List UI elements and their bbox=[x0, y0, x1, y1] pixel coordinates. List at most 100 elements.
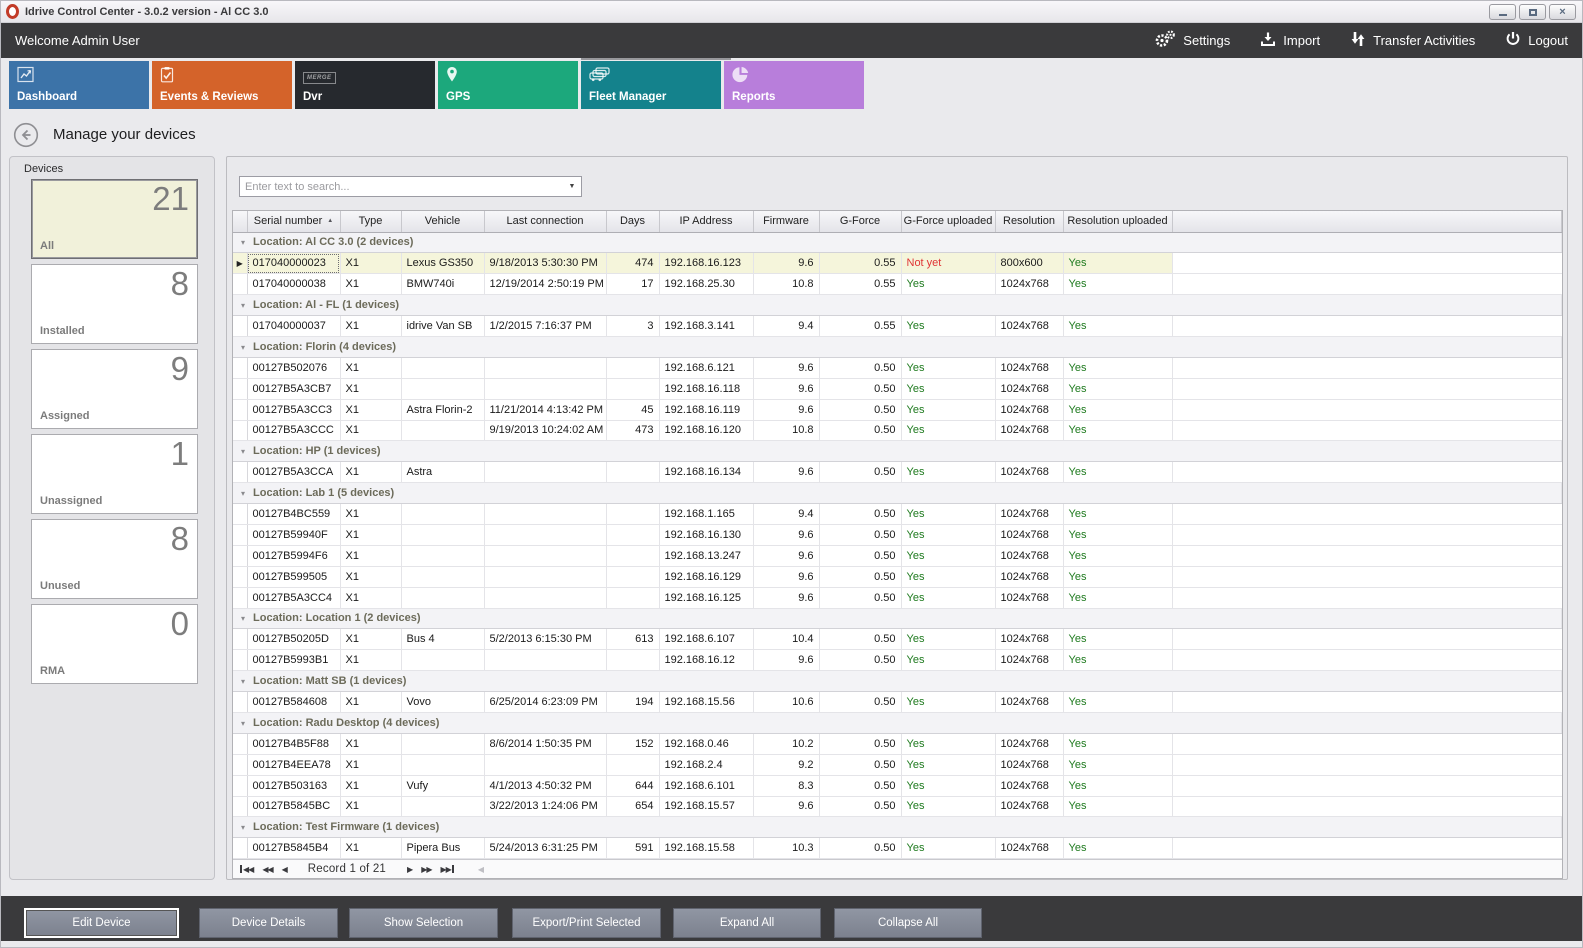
cell-serial[interactable]: 00127B5993B1 bbox=[247, 650, 340, 671]
minimize-button[interactable] bbox=[1489, 4, 1516, 20]
cell-gforce[interactable]: 0.50 bbox=[819, 587, 901, 608]
cell-resolution_uploaded[interactable]: Yes bbox=[1063, 274, 1172, 295]
cell-type[interactable]: X1 bbox=[340, 316, 401, 337]
settings-menu-item[interactable]: Settings bbox=[1154, 30, 1230, 51]
cell-days[interactable]: 45 bbox=[606, 399, 659, 420]
chevron-down-icon[interactable]: ▼ bbox=[563, 183, 581, 190]
cell-ip[interactable]: 192.168.1.165 bbox=[659, 504, 753, 525]
cell-gforce_uploaded[interactable]: Not yet bbox=[901, 253, 995, 274]
cell-firmware[interactable]: 10.8 bbox=[753, 420, 819, 441]
cell-resolution[interactable]: 1024x768 bbox=[995, 420, 1063, 441]
cell-days[interactable]: 152 bbox=[606, 733, 659, 754]
cell-type[interactable]: X1 bbox=[340, 629, 401, 650]
cell-ip[interactable]: 192.168.16.125 bbox=[659, 587, 753, 608]
cell-firmware[interactable]: 9.6 bbox=[753, 796, 819, 817]
cell-gforce[interactable]: 0.50 bbox=[819, 462, 901, 483]
cell-last_connection[interactable]: 5/24/2013 6:31:25 PM bbox=[484, 838, 606, 859]
cell-last_connection[interactable] bbox=[484, 462, 606, 483]
cell-last_connection[interactable]: 9/18/2013 5:30:30 PM bbox=[484, 253, 606, 274]
cell-resolution_uploaded[interactable]: Yes bbox=[1063, 357, 1172, 378]
cell-resolution_uploaded[interactable]: Yes bbox=[1063, 420, 1172, 441]
cell-ip[interactable]: 192.168.16.129 bbox=[659, 566, 753, 587]
cell-gforce_uploaded[interactable]: Yes bbox=[901, 775, 995, 796]
group-row[interactable]: ▾Location: Location 1 (2 devices) bbox=[233, 608, 1562, 629]
cell-resolution_uploaded[interactable]: Yes bbox=[1063, 316, 1172, 337]
cell-gforce_uploaded[interactable]: Yes bbox=[901, 420, 995, 441]
cell-ip[interactable]: 192.168.13.247 bbox=[659, 545, 753, 566]
cell-type[interactable]: X1 bbox=[340, 253, 401, 274]
table-row[interactable]: 00127B50205DX1Bus 45/2/2013 6:15:30 PM61… bbox=[233, 629, 1562, 650]
column-header-resolution_uploaded[interactable]: Resolution uploaded bbox=[1063, 211, 1172, 232]
collapse-all-button[interactable]: Collapse All bbox=[834, 908, 982, 938]
cell-type[interactable]: X1 bbox=[340, 462, 401, 483]
cell-resolution_uploaded[interactable]: Yes bbox=[1063, 587, 1172, 608]
cell-days[interactable]: 17 bbox=[606, 274, 659, 295]
cell-type[interactable]: X1 bbox=[340, 399, 401, 420]
cell-resolution[interactable]: 1024x768 bbox=[995, 274, 1063, 295]
import-menu-item[interactable]: Import bbox=[1260, 31, 1320, 50]
cell-type[interactable]: X1 bbox=[340, 692, 401, 713]
cell-gforce[interactable]: 0.50 bbox=[819, 566, 901, 587]
cell-vehicle[interactable] bbox=[401, 504, 484, 525]
group-row[interactable]: ▾Location: HP (1 devices) bbox=[233, 441, 1562, 462]
cell-firmware[interactable]: 9.6 bbox=[753, 399, 819, 420]
cell-firmware[interactable]: 10.4 bbox=[753, 629, 819, 650]
collapse-group-icon[interactable]: ▾ bbox=[241, 719, 245, 728]
cell-resolution[interactable]: 1024x768 bbox=[995, 587, 1063, 608]
cell-vehicle[interactable]: Pipera Bus bbox=[401, 838, 484, 859]
column-header-gforce_uploaded[interactable]: G-Force uploaded bbox=[901, 211, 995, 232]
cell-gforce_uploaded[interactable]: Yes bbox=[901, 274, 995, 295]
cell-vehicle[interactable]: BMW740i bbox=[401, 274, 484, 295]
table-row[interactable]: 00127B5994F6X1192.168.13.2479.60.50Yes10… bbox=[233, 545, 1562, 566]
cell-last_connection[interactable] bbox=[484, 357, 606, 378]
cell-days[interactable] bbox=[606, 462, 659, 483]
cell-days[interactable]: 654 bbox=[606, 796, 659, 817]
cell-gforce_uploaded[interactable]: Yes bbox=[901, 838, 995, 859]
table-row[interactable]: 00127B4EEA78X1192.168.2.49.20.50Yes1024x… bbox=[233, 754, 1562, 775]
show-selection-button[interactable]: Show Selection bbox=[349, 908, 498, 938]
collapse-group-icon[interactable]: ▾ bbox=[241, 301, 245, 310]
cell-last_connection[interactable]: 9/19/2013 10:24:02 AM bbox=[484, 420, 606, 441]
cell-vehicle[interactable]: Vufy bbox=[401, 775, 484, 796]
cell-vehicle[interactable] bbox=[401, 524, 484, 545]
cell-gforce[interactable]: 0.50 bbox=[819, 650, 901, 671]
cell-resolution[interactable]: 800x600 bbox=[995, 253, 1063, 274]
cell-ip[interactable]: 192.168.3.141 bbox=[659, 316, 753, 337]
cell-days[interactable] bbox=[606, 650, 659, 671]
cell-serial[interactable]: 00127B5A3CCA bbox=[247, 462, 340, 483]
cell-type[interactable]: X1 bbox=[340, 566, 401, 587]
search-input[interactable] bbox=[240, 181, 563, 193]
cell-type[interactable]: X1 bbox=[340, 420, 401, 441]
cell-vehicle[interactable]: Astra Florin-2 bbox=[401, 399, 484, 420]
cell-serial[interactable]: 00127B5994F6 bbox=[247, 545, 340, 566]
cell-resolution[interactable]: 1024x768 bbox=[995, 399, 1063, 420]
table-row[interactable]: 00127B599505X1192.168.16.1299.60.50Yes10… bbox=[233, 566, 1562, 587]
cell-resolution[interactable]: 1024x768 bbox=[995, 462, 1063, 483]
cell-last_connection[interactable] bbox=[484, 504, 606, 525]
collapse-group-icon[interactable]: ▾ bbox=[241, 677, 245, 686]
cell-vehicle[interactable]: Astra bbox=[401, 462, 484, 483]
group-row[interactable]: ▾Location: Radu Desktop (4 devices) bbox=[233, 712, 1562, 733]
cell-days[interactable] bbox=[606, 545, 659, 566]
cell-ip[interactable]: 192.168.6.107 bbox=[659, 629, 753, 650]
device-filter-card-unused[interactable]: 8 Unused bbox=[31, 519, 198, 599]
cell-type[interactable]: X1 bbox=[340, 378, 401, 399]
cell-type[interactable]: X1 bbox=[340, 775, 401, 796]
cell-last_connection[interactable] bbox=[484, 524, 606, 545]
cell-last_connection[interactable] bbox=[484, 378, 606, 399]
previous-page-button[interactable]: ◀◀ bbox=[262, 865, 272, 874]
device-filter-card-all[interactable]: 21 All bbox=[31, 179, 198, 259]
expand-all-button[interactable]: Expand All bbox=[673, 908, 821, 938]
cell-resolution_uploaded[interactable]: Yes bbox=[1063, 838, 1172, 859]
logout-menu-item[interactable]: Logout bbox=[1505, 31, 1568, 50]
cell-gforce[interactable]: 0.50 bbox=[819, 378, 901, 399]
cell-ip[interactable]: 192.168.6.101 bbox=[659, 775, 753, 796]
cell-resolution_uploaded[interactable]: Yes bbox=[1063, 566, 1172, 587]
table-row[interactable]: 00127B503163X1Vufy4/1/2013 4:50:32 PM644… bbox=[233, 775, 1562, 796]
cell-serial[interactable]: 00127B5A3CCC bbox=[247, 420, 340, 441]
cell-resolution_uploaded[interactable]: Yes bbox=[1063, 796, 1172, 817]
previous-record-button[interactable]: ◀ bbox=[282, 865, 287, 874]
cell-gforce_uploaded[interactable]: Yes bbox=[901, 650, 995, 671]
cell-last_connection[interactable] bbox=[484, 587, 606, 608]
cell-gforce_uploaded[interactable]: Yes bbox=[901, 566, 995, 587]
